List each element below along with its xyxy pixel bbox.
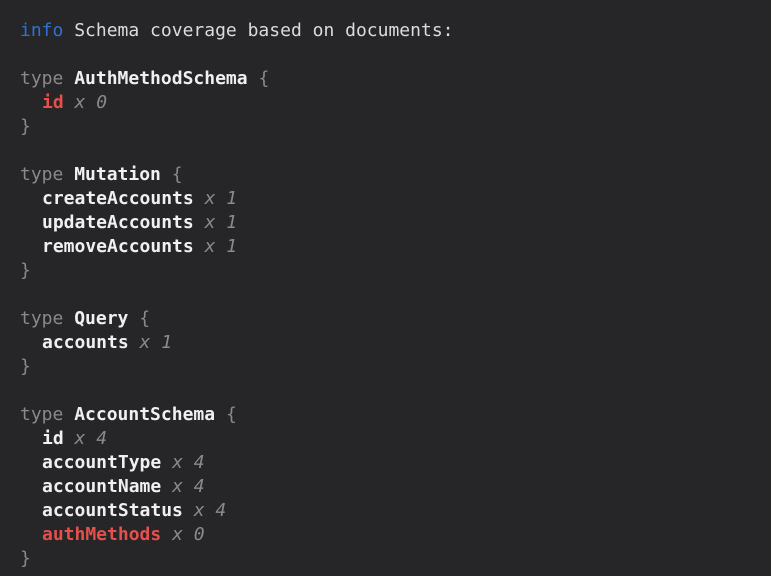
field-row: id x 4 [20,427,771,451]
field-coverage-count: x 4 [194,500,227,521]
field-coverage-count: x 1 [205,212,238,233]
field-coverage-count: x 4 [172,452,205,473]
block-end: } [20,259,771,283]
close-brace: } [20,548,31,569]
field-row: accountType x 4 [20,451,771,475]
field-row: removeAccounts x 1 [20,235,771,259]
field-coverage-count: x 0 [172,524,205,545]
field-row: updateAccounts x 1 [20,211,771,235]
field-name: id [42,92,64,113]
blank-line [20,43,771,67]
open-brace: { [139,308,150,329]
block-end: } [20,355,771,379]
type-declaration: type AuthMethodSchema { [20,67,771,91]
log-level-info: info [20,20,63,41]
block-end: } [20,547,771,571]
blank-line [20,379,771,403]
field-coverage-count: x 1 [140,332,173,353]
field-row: authMethods x 0 [20,523,771,547]
field-coverage-count: x 0 [75,92,108,113]
type-declaration: type Query { [20,307,771,331]
field-row: createAccounts x 1 [20,187,771,211]
field-coverage-count: x 4 [75,428,108,449]
field-name: accountType [42,452,161,473]
field-row: accountStatus x 4 [20,499,771,523]
field-name: accounts [42,332,129,353]
type-keyword: type [20,68,63,89]
close-brace: } [20,116,31,137]
type-name: Query [74,308,128,329]
close-brace: } [20,356,31,377]
blank-line [20,283,771,307]
field-name: id [42,428,64,449]
field-name: updateAccounts [42,212,194,233]
field-row: id x 0 [20,91,771,115]
open-brace: { [258,68,269,89]
type-keyword: type [20,404,63,425]
type-declaration: type AccountSchema { [20,403,771,427]
type-keyword: type [20,308,63,329]
terminal-output: info Schema coverage based on documents:… [0,0,771,571]
field-name: createAccounts [42,188,194,209]
open-brace: { [226,404,237,425]
type-name: AccountSchema [74,404,215,425]
open-brace: { [172,164,183,185]
type-declaration: type Mutation { [20,163,771,187]
type-name: Mutation [74,164,161,185]
field-coverage-count: x 4 [172,476,205,497]
type-keyword: type [20,164,63,185]
close-brace: } [20,260,31,281]
log-info-line: info Schema coverage based on documents: [20,19,771,43]
field-name: accountStatus [42,500,183,521]
type-name: AuthMethodSchema [74,68,247,89]
log-message: Schema coverage based on documents: [74,20,453,41]
field-coverage-count: x 1 [205,188,238,209]
blank-line [20,139,771,163]
field-row: accountName x 4 [20,475,771,499]
field-name: removeAccounts [42,236,194,257]
field-row: accounts x 1 [20,331,771,355]
field-name: authMethods [42,524,161,545]
field-name: accountName [42,476,161,497]
block-end: } [20,115,771,139]
field-coverage-count: x 1 [205,236,238,257]
